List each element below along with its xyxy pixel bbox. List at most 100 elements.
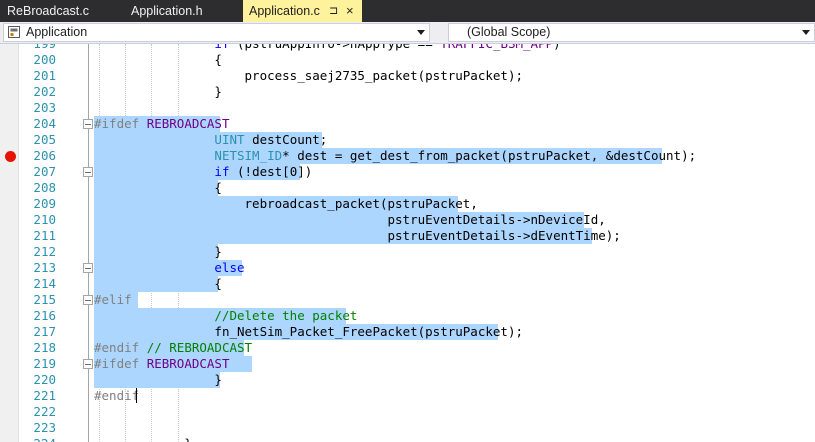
code-line: 209 rebroadcast_packet(pstruPacket, <box>0 196 815 212</box>
code-line: 213 else <box>0 260 815 276</box>
line-number: 221 <box>33 388 56 403</box>
line-text: process_saej2735_packet(pstruPacket); <box>244 68 523 83</box>
code-line: 215 #elif <box>0 292 815 308</box>
line-number: 200 <box>33 52 56 67</box>
code-line: 219 #ifdef REBROADCAST <box>0 356 815 372</box>
line-number: 223 <box>33 420 56 435</box>
line-text: #ifdef REBROADCAST <box>94 116 230 131</box>
pin-tab-icon[interactable]: ⊐ <box>329 0 338 22</box>
line-text: } <box>94 372 222 387</box>
line-text: rebroadcast_packet(pstruPacket, <box>244 196 478 211</box>
code-line: 207 if (!dest[0]) <box>0 164 815 180</box>
line-number: 215 <box>33 292 56 307</box>
line-text: } <box>94 84 222 99</box>
line-number: 210 <box>33 212 56 227</box>
line-text: else <box>94 260 245 275</box>
line-number: 219 <box>33 356 56 371</box>
tab-application-h[interactable]: Application.h <box>124 0 241 22</box>
line-number: 222 <box>33 404 56 419</box>
line-number: 209 <box>33 196 56 211</box>
fold-toggle-icon[interactable] <box>83 359 93 369</box>
line-text: //Delete the packet <box>94 308 358 323</box>
line-text: { <box>94 52 222 67</box>
line-number: 205 <box>33 132 56 147</box>
code-line: 224 } <box>0 436 815 442</box>
text-caret <box>136 388 137 403</box>
line-text: pstruEventDetails->dEventTime); <box>387 228 621 243</box>
code-line: 204 #ifdef REBROADCAST <box>0 116 815 132</box>
line-number: 207 <box>33 164 56 179</box>
line-number: 208 <box>33 180 56 195</box>
code-line: 199 if (pstruAppInfo->nAppType == TRAFFI… <box>0 44 815 52</box>
fold-toggle-icon[interactable] <box>83 263 93 273</box>
close-tab-icon[interactable]: × <box>346 0 354 22</box>
breakpoint-icon[interactable] <box>5 151 16 162</box>
line-text: if (pstruAppInfo->nAppType == TRAFFIC_BS… <box>94 44 560 52</box>
code-line: 210 pstruEventDetails->nDeviceId, <box>0 212 815 228</box>
line-text: #elif <box>94 292 132 307</box>
line-text: #endif // REBROADCAST <box>94 340 253 355</box>
code-line: 203 <box>0 100 815 116</box>
line-number: 199 <box>18 44 56 52</box>
line-number: 217 <box>33 324 56 339</box>
code-line: 216 //Delete the packet <box>0 308 815 324</box>
code-line: 223 <box>0 420 815 436</box>
code-line: 217 fn_NetSim_Packet_FreePacket(pstruPac… <box>0 324 815 340</box>
scope-combo[interactable]: (Global Scope) <box>448 23 815 42</box>
fold-toggle-icon[interactable] <box>83 295 93 305</box>
line-number: 214 <box>33 276 56 291</box>
line-number: 212 <box>33 244 56 259</box>
line-text: UINT destCount; <box>214 132 328 147</box>
code-line: 202 } <box>0 84 815 100</box>
line-number: 201 <box>33 68 56 83</box>
tab-application-c[interactable]: Application.c ⊐ × <box>243 0 362 22</box>
line-text: #ifdef REBROADCAST <box>94 356 230 371</box>
code-line: 212 } <box>0 244 815 260</box>
line-text: } <box>94 436 192 442</box>
tab-rebroadcast-c[interactable]: ReBroadcast.c <box>0 0 124 22</box>
line-text: { <box>94 276 222 291</box>
code-line: 206 NETSIM_ID* dest = get_dest_from_pack… <box>0 148 815 164</box>
line-number: 218 <box>33 340 56 355</box>
line-number: 216 <box>33 308 56 323</box>
line-number: 206 <box>33 148 56 163</box>
tab-label: Application.h <box>131 4 203 18</box>
document-tab-strip: ReBroadcast.c Application.h Application.… <box>0 0 815 22</box>
code-line: 211 pstruEventDetails->dEventTime); <box>0 228 815 244</box>
line-number: 213 <box>33 260 56 275</box>
line-text: fn_NetSim_Packet_FreePacket(pstruPacket)… <box>214 324 524 339</box>
ide-window: ReBroadcast.c Application.h Application.… <box>0 0 815 442</box>
line-text: pstruEventDetails->nDeviceId, <box>387 212 606 227</box>
line-text: NETSIM_ID* dest = get_dest_from_packet(p… <box>214 148 697 163</box>
code-editor[interactable]: 199 if (pstruAppInfo->nAppType == TRAFFI… <box>0 44 815 442</box>
line-number: 203 <box>33 100 56 115</box>
chevron-down-icon <box>417 30 425 35</box>
code-line: 218 #endif // REBROADCAST <box>0 340 815 356</box>
line-number: 224 <box>18 436 56 442</box>
code-line: 214 { <box>0 276 815 292</box>
project-icon <box>8 26 20 38</box>
scope-combo-value: (Global Scope) <box>467 25 551 39</box>
fold-toggle-icon[interactable] <box>83 167 93 177</box>
project-combo-value: Application <box>26 25 88 39</box>
line-number: 204 <box>33 116 56 131</box>
code-line: 205 UINT destCount; <box>0 132 815 148</box>
code-line: 221 #endif <box>0 388 815 404</box>
code-line: 200 { <box>0 52 815 68</box>
tab-label: ReBroadcast.c <box>7 4 89 18</box>
line-text: { <box>94 180 222 195</box>
chevron-down-icon <box>802 30 810 35</box>
line-number: 211 <box>33 228 56 243</box>
line-text: } <box>94 244 222 259</box>
code-line: 208 { <box>0 180 815 196</box>
code-line: 201 process_saej2735_packet(pstruPacket)… <box>0 68 815 84</box>
code-line: 222 <box>0 404 815 420</box>
fold-toggle-icon[interactable] <box>83 119 93 129</box>
line-number: 202 <box>33 84 56 99</box>
tab-label: Application.c <box>249 4 320 18</box>
navigation-bar: Application (Global Scope) <box>0 22 815 44</box>
line-number: 220 <box>33 372 56 387</box>
code-line: 220 } <box>0 372 815 388</box>
project-combo[interactable]: Application <box>3 23 430 42</box>
line-text: #endif <box>94 388 140 403</box>
